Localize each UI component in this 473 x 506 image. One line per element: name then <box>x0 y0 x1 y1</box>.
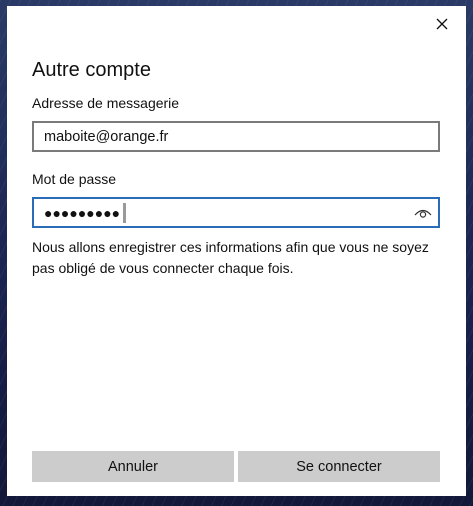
email-label: Adresse de messagerie <box>32 95 180 111</box>
connect-button[interactable]: Se connecter <box>238 451 440 482</box>
cancel-label: Annuler <box>108 458 158 475</box>
dialog-title: Autre compte <box>32 59 151 81</box>
eye-icon <box>414 209 432 218</box>
email-value: maboite@orange.fr <box>44 128 169 145</box>
password-mask: ●●●●●●●●● <box>44 204 121 221</box>
email-field[interactable]: maboite@orange.fr <box>32 121 440 152</box>
cancel-button[interactable]: Annuler <box>32 451 234 482</box>
text-caret <box>123 202 127 223</box>
connect-label: Se connecter <box>296 458 382 475</box>
password-label: Mot de passe <box>32 171 117 187</box>
close-icon <box>436 18 448 30</box>
account-dialog: Autre compte Adresse de messagerie maboi… <box>7 6 466 496</box>
reveal-password-button[interactable] <box>412 203 434 223</box>
info-text: Nous allons enregistrer ces informations… <box>32 239 429 276</box>
password-field[interactable]: ●●●●●●●●● <box>32 197 440 228</box>
close-button[interactable] <box>426 10 458 38</box>
